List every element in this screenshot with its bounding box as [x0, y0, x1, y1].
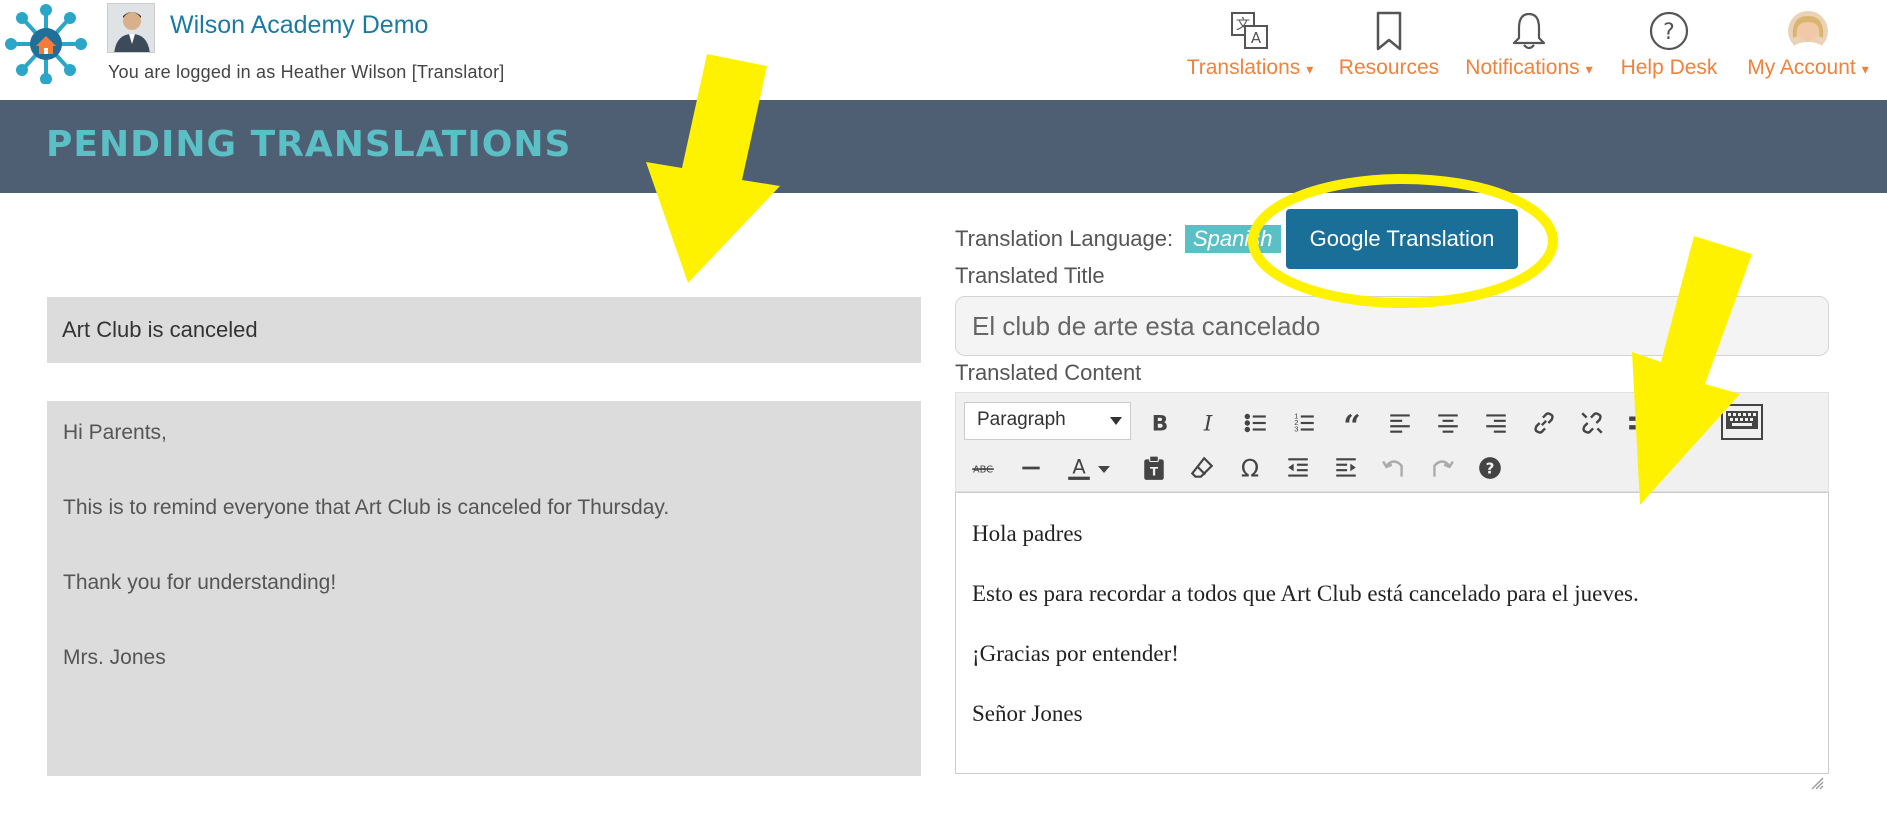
original-title: Art Club is canceled — [62, 317, 258, 342]
clear-formatting-icon[interactable] — [1185, 451, 1219, 485]
nav-label: Resources — [1338, 56, 1440, 79]
user-avatar — [107, 3, 155, 53]
indent-icon[interactable] — [1329, 451, 1363, 485]
bullet-list-icon[interactable] — [1239, 406, 1273, 440]
school-logo[interactable] — [4, 4, 88, 84]
resize-handle-icon[interactable] — [1810, 776, 1824, 790]
help-circle-icon: ? — [1649, 11, 1689, 51]
logged-in-status: You are logged in as Heather Wilson [Tra… — [108, 62, 505, 82]
translated-paragraph: Hola padres — [972, 521, 1083, 546]
strikethrough-icon[interactable]: ABC — [966, 451, 1000, 485]
horizontal-line-icon[interactable] — [1014, 451, 1048, 485]
translation-language-label: Translation Language: — [955, 226, 1174, 251]
svg-text:A: A — [1072, 455, 1086, 478]
school-name[interactable]: Wilson Academy Demo — [170, 11, 428, 40]
text-color-icon[interactable]: A — [1062, 451, 1096, 485]
keyboard-icon[interactable] — [1720, 401, 1764, 443]
bookmark-icon — [1376, 11, 1402, 51]
language-badge: Spanish — [1185, 225, 1281, 253]
nav-label: Translations — [1186, 56, 1301, 79]
translated-paragraph: Esto es para recordar a todos que Art Cl… — [972, 581, 1639, 606]
chevron-down-icon — [1110, 417, 1122, 425]
block-format-value: Paragraph — [977, 409, 1066, 430]
svg-text:3: 3 — [1294, 425, 1298, 434]
nav-label: Help Desk — [1620, 56, 1718, 79]
account-avatar — [1788, 11, 1828, 51]
translated-paragraph: ¡Gracias por entender! — [972, 641, 1179, 666]
more-icon[interactable] — [1623, 406, 1657, 440]
original-paragraph: Thank you for understanding! — [63, 571, 337, 594]
translated-title-label: Translated Title — [955, 263, 1105, 288]
chevron-down-icon: ▾ — [1861, 61, 1869, 77]
svg-text:Ω: Ω — [1241, 455, 1259, 481]
page-title: PENDING TRANSLATIONS — [46, 124, 572, 165]
original-title-box: Art Club is canceled — [47, 297, 921, 363]
blockquote-icon[interactable]: “ — [1335, 406, 1369, 440]
original-paragraph: This is to remind everyone that Art Club… — [63, 496, 670, 519]
nav-notifications[interactable]: Notifications ▾ — [1458, 0, 1600, 96]
align-center-icon[interactable] — [1431, 406, 1465, 440]
italic-icon[interactable]: I — [1191, 406, 1225, 440]
translated-content-editor[interactable]: Hola padres Esto es para recordar a todo… — [955, 492, 1829, 774]
svg-text:A: A — [1251, 29, 1262, 47]
bell-icon — [1512, 12, 1546, 50]
original-paragraph: Mrs. Jones — [63, 646, 166, 669]
redo-icon[interactable] — [1425, 451, 1459, 485]
original-content-box: Hi Parents, This is to remind everyone t… — [47, 401, 921, 776]
nav-translations[interactable]: 文 A Translations ▾ — [1180, 0, 1320, 96]
svg-text:?: ? — [1486, 459, 1495, 477]
page-banner: PENDING TRANSLATIONS — [0, 100, 1887, 193]
svg-text:B: B — [1152, 412, 1169, 436]
bold-icon[interactable]: B — [1143, 406, 1177, 440]
nav-label: Notifications — [1465, 56, 1580, 79]
google-translation-button[interactable]: Google Translation — [1286, 209, 1518, 269]
help-icon[interactable]: ? — [1473, 451, 1507, 485]
translated-title-input[interactable] — [955, 296, 1829, 356]
translated-content-label: Translated Content — [955, 360, 1142, 385]
unlink-icon[interactable] — [1575, 406, 1609, 440]
chevron-down-icon: ▾ — [1306, 61, 1314, 77]
svg-text:?: ? — [1663, 20, 1675, 45]
special-character-icon[interactable]: Ω — [1233, 451, 1267, 485]
nav-resources[interactable]: Resources — [1330, 0, 1448, 96]
editor-toolbar: Paragraph B I 123 “ ABC A T Ω ? — [955, 392, 1829, 492]
undo-icon[interactable] — [1377, 451, 1411, 485]
svg-text:T: T — [1150, 465, 1159, 479]
chevron-down-icon: ▾ — [1585, 61, 1593, 77]
text-color-dropdown-icon[interactable] — [1094, 451, 1114, 485]
align-left-icon[interactable] — [1383, 406, 1417, 440]
outdent-icon[interactable] — [1281, 451, 1315, 485]
block-format-select[interactable]: Paragraph — [964, 402, 1131, 440]
translate-icon: 文 A — [1231, 12, 1268, 49]
nav-help-desk[interactable]: ? Help Desk — [1614, 0, 1724, 96]
nav-label: My Account — [1747, 56, 1856, 79]
svg-text:I: I — [1203, 412, 1213, 436]
link-icon[interactable] — [1527, 406, 1561, 440]
translated-paragraph: Señor Jones — [972, 701, 1083, 726]
align-right-icon[interactable] — [1479, 406, 1513, 440]
nav-my-account[interactable]: My Account ▾ — [1738, 0, 1878, 96]
svg-text:“: “ — [1343, 410, 1360, 436]
paste-as-text-icon[interactable]: T — [1137, 451, 1171, 485]
numbered-list-icon[interactable]: 123 — [1287, 406, 1321, 440]
original-paragraph: Hi Parents, — [63, 421, 167, 444]
